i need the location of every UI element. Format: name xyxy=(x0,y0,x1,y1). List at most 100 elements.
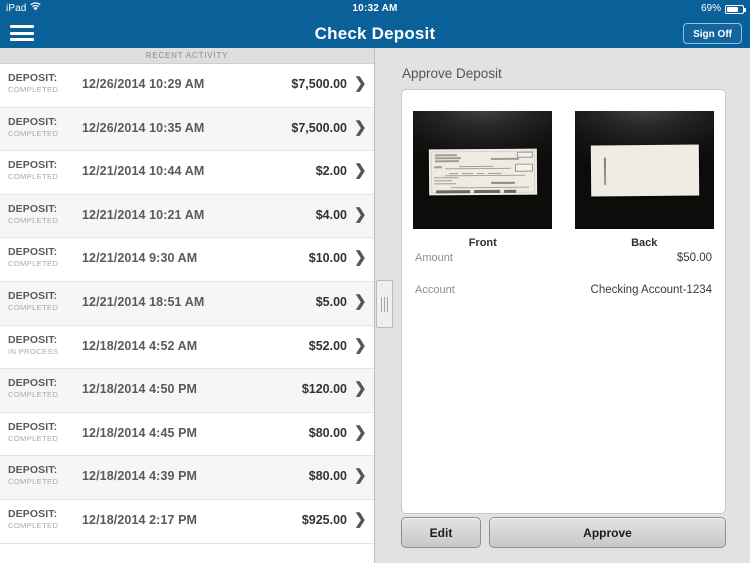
table-row[interactable]: DEPOSIT: COMPLETED 12/26/2014 10:35 AM $… xyxy=(0,107,374,152)
account-label: Account xyxy=(415,284,455,296)
field-row-amount: Amount $50.00 xyxy=(402,242,725,274)
table-row[interactable]: DEPOSIT: COMPLETED 12/21/2014 10:44 AM $… xyxy=(0,151,374,195)
split-view-drag-handle-icon[interactable] xyxy=(376,280,393,328)
check-front-block: Front xyxy=(413,111,553,249)
chevron-right-icon[interactable]: ❯ xyxy=(354,206,367,223)
row-type-group: DEPOSIT: COMPLETED xyxy=(8,159,80,182)
battery-percent-label: 69% xyxy=(700,3,721,14)
row-type-group: DEPOSIT: COMPLETED xyxy=(8,421,80,444)
status-badge: COMPLETED xyxy=(8,128,59,138)
row-date-label: 12/18/2014 2:17 PM xyxy=(82,512,198,527)
row-date-label: 12/21/2014 10:21 AM xyxy=(82,207,205,222)
table-row[interactable]: DEPOSIT: COMPLETED 12/21/2014 9:30 AM $1… xyxy=(0,238,374,282)
row-amount-label: $7,500.00 xyxy=(291,77,347,91)
row-type-group: DEPOSIT: COMPLETED xyxy=(8,508,80,531)
recent-activity-pane: RECENT ACTIVITY DEPOSIT: COMPLETED 12/26… xyxy=(0,48,375,563)
chevron-right-icon[interactable]: ❯ xyxy=(354,511,367,528)
row-date-label: 12/26/2014 10:35 AM xyxy=(82,120,205,135)
table-row[interactable]: DEPOSIT: COMPLETED 12/26/2014 10:29 AM $… xyxy=(0,64,374,108)
navigation-bar: Check Deposit Sign Off xyxy=(0,18,750,48)
table-row[interactable]: DEPOSIT: COMPLETED 12/18/2014 4:50 PM $1… xyxy=(0,369,374,413)
field-row-account: Account Checking Account-1234 xyxy=(402,274,725,306)
chevron-right-icon[interactable]: ❯ xyxy=(354,337,367,354)
status-badge: COMPLETED xyxy=(8,302,59,312)
row-date-label: 12/21/2014 18:51 AM xyxy=(82,294,205,309)
chevron-right-icon[interactable]: ❯ xyxy=(354,468,367,484)
check-images-group: Front Back xyxy=(402,111,725,249)
row-amount-label: $4.00 xyxy=(315,207,347,222)
chevron-right-icon[interactable]: ❯ xyxy=(354,293,367,310)
status-bar-right: 69% xyxy=(700,0,746,18)
row-type-label: DEPOSIT: xyxy=(8,289,58,302)
sign-off-button[interactable]: Sign Off xyxy=(683,23,742,44)
row-date-label: 12/21/2014 9:30 AM xyxy=(82,251,198,266)
status-badge: COMPLETED xyxy=(8,477,59,487)
table-row[interactable]: DEPOSIT: COMPLETED 12/18/2014 2:17 PM $9… xyxy=(0,499,374,544)
row-type-group: DEPOSIT: COMPLETED xyxy=(8,203,80,226)
table-row[interactable]: DEPOSIT: COMPLETED 12/18/2014 4:45 PM $8… xyxy=(0,412,374,457)
check-back-photo[interactable] xyxy=(574,111,714,229)
status-badge: IN PROCESS xyxy=(8,346,59,356)
row-type-group: DEPOSIT: COMPLETED xyxy=(8,116,80,139)
status-badge: COMPLETED xyxy=(8,433,59,443)
split-view: RECENT ACTIVITY DEPOSIT: COMPLETED 12/26… xyxy=(0,48,750,563)
chevron-right-icon[interactable]: ❯ xyxy=(354,250,367,266)
row-type-label: DEPOSIT: xyxy=(8,72,58,84)
amount-value: $50.00 xyxy=(676,252,712,264)
row-type-label: DEPOSIT: xyxy=(8,507,58,520)
chevron-right-icon[interactable]: ❯ xyxy=(354,424,367,441)
check-front-paper xyxy=(429,148,538,196)
status-bar-clock: 10:32 AM xyxy=(352,3,398,14)
approve-button[interactable]: Approve xyxy=(489,517,726,548)
deposit-fields: Amount $50.00 Account Checking Account-1… xyxy=(402,242,725,306)
table-row[interactable]: DEPOSIT: COMPLETED 12/18/2014 4:39 PM $8… xyxy=(0,456,374,500)
row-amount-label: $120.00 xyxy=(301,382,347,397)
row-type-label: DEPOSIT: xyxy=(8,420,58,433)
amount-label: Amount xyxy=(415,252,453,264)
action-buttons-bar: Edit Approve xyxy=(401,517,726,548)
row-type-label: DEPOSIT: xyxy=(8,202,58,215)
row-type-label: DEPOSIT: xyxy=(8,246,58,259)
endorsement-signature xyxy=(603,157,606,186)
row-date-label: 12/18/2014 4:50 PM xyxy=(82,382,198,397)
row-type-group: DEPOSIT: COMPLETED xyxy=(8,464,80,487)
row-amount-label: $2.00 xyxy=(315,164,347,179)
row-amount-label: $80.00 xyxy=(308,469,347,484)
recent-activity-list[interactable]: DEPOSIT: COMPLETED 12/26/2014 10:29 AM $… xyxy=(0,64,374,563)
row-type-group: DEPOSIT: IN PROCESS xyxy=(8,334,80,357)
battery-icon xyxy=(725,4,746,14)
page-title: Check Deposit xyxy=(314,24,436,43)
row-amount-label: $10.00 xyxy=(308,251,347,266)
account-value: Checking Account-1234 xyxy=(590,284,712,296)
edit-button[interactable]: Edit xyxy=(401,517,481,548)
status-badge: COMPLETED xyxy=(8,215,59,225)
check-deposit-app: iPad 10:32 AM 69% Check Deposit Sign Off xyxy=(0,0,750,563)
status-badge: COMPLETED xyxy=(8,520,59,530)
chevron-right-icon[interactable]: ❯ xyxy=(354,381,367,397)
row-type-group: DEPOSIT: COMPLETED xyxy=(8,72,80,95)
row-amount-label: $925.00 xyxy=(301,512,347,527)
check-front-photo[interactable] xyxy=(413,111,553,229)
status-badge: COMPLETED xyxy=(8,172,59,182)
row-type-group: DEPOSIT: COMPLETED xyxy=(8,246,80,269)
row-type-group: DEPOSIT: COMPLETED xyxy=(8,377,80,400)
detail-pane-title: Approve Deposit xyxy=(402,66,502,81)
check-back-paper xyxy=(590,144,699,197)
row-date-label: 12/18/2014 4:39 PM xyxy=(82,469,198,484)
check-back-block: Back xyxy=(574,111,714,249)
status-badge: COMPLETED xyxy=(8,390,59,400)
table-row[interactable]: DEPOSIT: IN PROCESS 12/18/2014 4:52 AM $… xyxy=(0,325,374,370)
table-row[interactable]: DEPOSIT: COMPLETED 12/21/2014 10:21 AM $… xyxy=(0,194,374,239)
row-type-label: DEPOSIT: xyxy=(8,159,58,172)
ios-status-bar: iPad 10:32 AM 69% xyxy=(0,0,750,18)
chevron-right-icon[interactable]: ❯ xyxy=(354,76,367,92)
approve-deposit-pane: Approve Deposit Front Back Amount $50.00… xyxy=(376,48,750,563)
row-date-label: 12/18/2014 4:52 AM xyxy=(82,338,198,353)
deposit-detail-card: Front Back Amount $50.00 Account Checkin… xyxy=(401,89,726,514)
row-type-label: DEPOSIT: xyxy=(8,464,58,477)
table-row[interactable]: DEPOSIT: COMPLETED 12/21/2014 18:51 AM $… xyxy=(0,281,374,326)
row-amount-label: $52.00 xyxy=(308,338,347,353)
chevron-right-icon[interactable]: ❯ xyxy=(354,119,367,136)
chevron-right-icon[interactable]: ❯ xyxy=(354,163,367,179)
row-amount-label: $7,500.00 xyxy=(291,120,347,135)
